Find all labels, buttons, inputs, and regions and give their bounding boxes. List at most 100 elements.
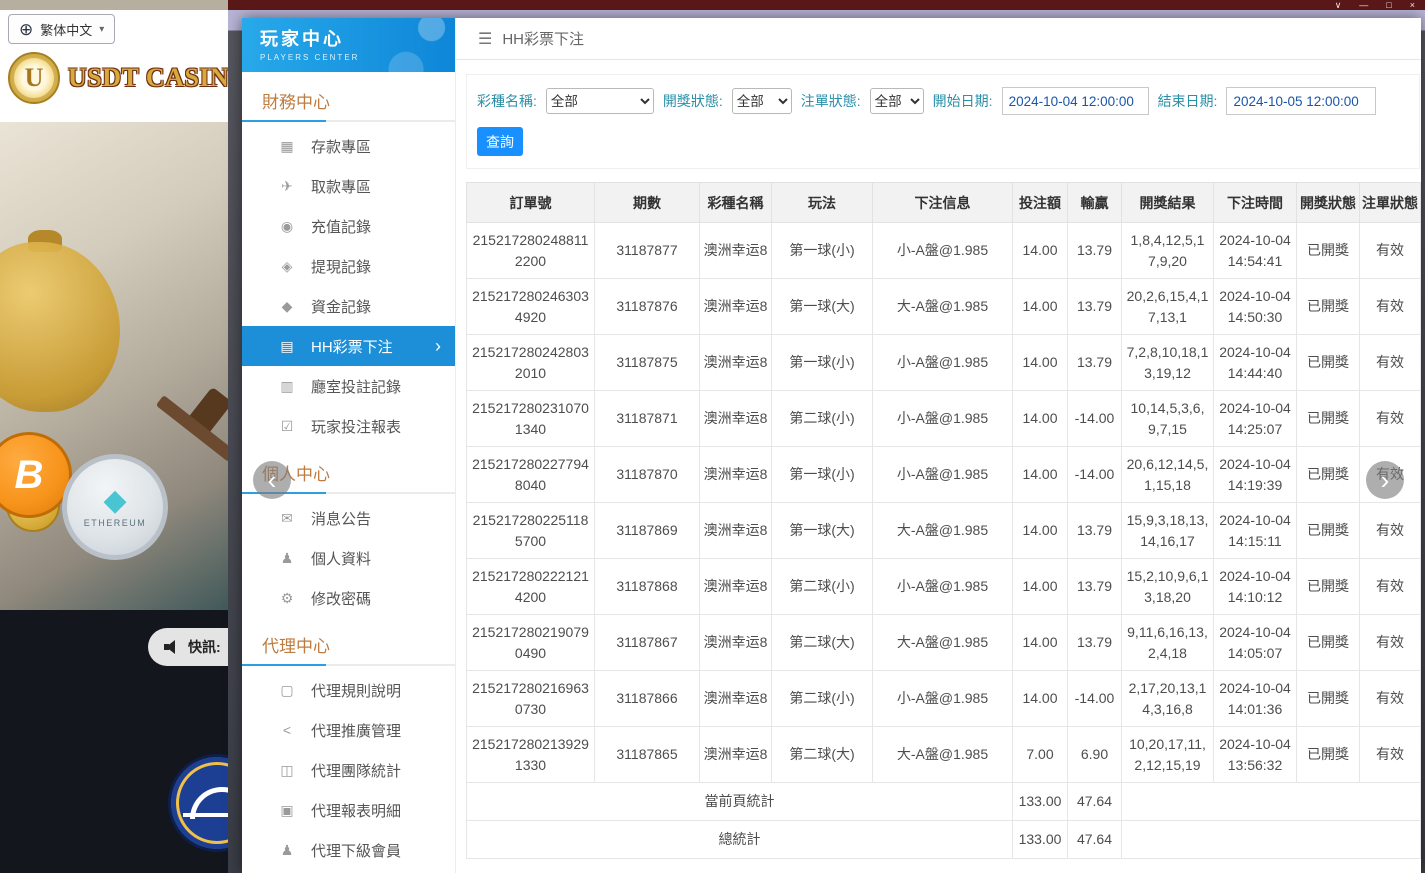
total-label: 當前頁統計 xyxy=(467,783,1013,821)
cell-lottery-name: 澳洲幸运8 xyxy=(700,279,772,335)
end-date-label: 結束日期: xyxy=(1158,91,1218,111)
cell-period: 31187875 xyxy=(595,335,700,391)
cell-draw-status: 已開獎 xyxy=(1297,727,1360,783)
sidebar-item-profile[interactable]: ♟個人資料 xyxy=(242,538,455,578)
chevron-down-icon[interactable]: ∨ xyxy=(1335,0,1342,10)
search-button[interactable]: 查詢 xyxy=(477,127,523,156)
sidebar-item-agent-report-detail[interactable]: ▣代理報表明細 xyxy=(242,790,455,830)
sidebar-item-withdraw[interactable]: ✈取款專區 xyxy=(242,166,455,206)
bitcoin-glyph: B xyxy=(15,453,44,498)
cell-order-no: 2152172802251185700 xyxy=(467,503,595,559)
sidebar-item-label: 提現記錄 xyxy=(311,256,371,277)
sidebar-item-agent-team-stats[interactable]: ◫代理團隊統計 xyxy=(242,750,455,790)
close-icon[interactable]: × xyxy=(1410,0,1415,10)
cell-order-no: 2152172802190790490 xyxy=(467,615,595,671)
cell-bet-status: 有效 xyxy=(1360,335,1421,391)
agent-report-icon: ▣ xyxy=(278,802,296,819)
cell-bet-amount: 7.00 xyxy=(1013,727,1068,783)
page-total-row: 當前頁統計133.0047.64 xyxy=(467,783,1421,821)
cell-bet-amount: 14.00 xyxy=(1013,223,1068,279)
draw-status-select[interactable]: 全部 xyxy=(732,88,792,114)
news-ticker: 快訊: xyxy=(148,628,228,666)
cell-lottery-name: 澳洲幸运8 xyxy=(700,615,772,671)
total-empty-cell xyxy=(1122,783,1421,821)
bet-status-select[interactable]: 全部 xyxy=(870,88,924,114)
cell-period: 31187869 xyxy=(595,503,700,559)
column-header-bet-time: 下注時間 xyxy=(1214,183,1297,223)
sidebar-item-funds-records[interactable]: ◆資金記錄 xyxy=(242,286,455,326)
sidebar-item-room-bet-records[interactable]: ▥廳室投註記錄 xyxy=(242,366,455,406)
sidebar-item-player-bet-report[interactable]: ☑玩家投注報表 xyxy=(242,406,455,446)
cell-bet-info: 小-A盤@1.985 xyxy=(873,559,1013,615)
cell-bet-amount: 14.00 xyxy=(1013,335,1068,391)
table-row: 215217280216963073031187866澳洲幸运8第二球(小)小-… xyxy=(467,671,1421,727)
ticker-label: 快訊: xyxy=(188,637,221,657)
speaker-icon xyxy=(164,640,180,654)
sidebar-item-agent-members[interactable]: ♟代理下級會員 xyxy=(242,830,455,870)
lottery-bets-icon: ▤ xyxy=(278,338,296,355)
sidebar-item-deposit[interactable]: ▦存款專區 xyxy=(242,126,455,166)
sidebar-item-announcements[interactable]: ✉消息公告 xyxy=(242,498,455,538)
cell-bet-info: 大-A盤@1.985 xyxy=(873,279,1013,335)
agent-rules-icon: ▢ xyxy=(278,682,296,699)
cell-lottery-name: 澳洲幸运8 xyxy=(700,671,772,727)
start-date-input[interactable] xyxy=(1002,87,1149,115)
column-header-order-no: 訂單號 xyxy=(467,183,595,223)
cell-win-loss: 13.79 xyxy=(1068,279,1122,335)
cell-draw-result: 1,8,4,12,5,17,9,20 xyxy=(1122,223,1214,279)
sidebar-item-label: 玩家投注報表 xyxy=(311,416,401,437)
agent-members-icon: ♟ xyxy=(278,842,296,859)
cell-win-loss: -14.00 xyxy=(1068,391,1122,447)
total-bet-amount: 133.00 xyxy=(1013,821,1068,859)
maximize-icon[interactable]: □ xyxy=(1386,0,1391,10)
cell-draw-status: 已開獎 xyxy=(1297,335,1360,391)
sidebar-item-withdrawal-records[interactable]: ◈提現記錄 xyxy=(242,246,455,286)
site-logo[interactable]: U USDT CASINO xyxy=(8,52,228,104)
deposit-icon: ▦ xyxy=(278,138,296,155)
sidebar: 玩家中心 PLAYERS CENTER 財務中心▦存款專區✈取款專區◉充值記錄◈… xyxy=(242,18,456,873)
cell-lottery-name: 澳洲幸运8 xyxy=(700,503,772,559)
cell-bet-status: 有效 xyxy=(1360,671,1421,727)
cell-bet-time: 2024-10-04 13:56:32 xyxy=(1214,727,1297,783)
cell-bet-info: 小-A盤@1.985 xyxy=(873,223,1013,279)
cell-draw-status: 已開獎 xyxy=(1297,615,1360,671)
page-title: HH彩票下注 xyxy=(502,28,584,49)
cell-bet-amount: 14.00 xyxy=(1013,503,1068,559)
sidebar-item-agent-rules[interactable]: ▢代理規則說明 xyxy=(242,670,455,710)
cell-period: 31187867 xyxy=(595,615,700,671)
carousel-prev-button[interactable]: ‹ xyxy=(253,461,291,499)
end-date-input[interactable] xyxy=(1226,87,1376,115)
chevron-right-icon: › xyxy=(435,336,441,357)
hamburger-icon[interactable]: ☰ xyxy=(478,29,492,49)
cell-period: 31187865 xyxy=(595,727,700,783)
table-row: 215217280248811220031187877澳洲幸运8第一球(小)小-… xyxy=(467,223,1421,279)
site-header: ⊕ 繁体中文 ▾ U USDT CASINO xyxy=(0,10,228,122)
draw-status-label: 開獎狀態: xyxy=(663,91,723,111)
sidebar-item-hh-lottery-bets[interactable]: ▤HH彩票下注› xyxy=(242,326,455,366)
cell-draw-status: 已開獎 xyxy=(1297,391,1360,447)
sidebar-item-label: 代理推廣管理 xyxy=(311,720,401,741)
bets-table-wrap: 訂單號期數彩種名稱玩法下注信息投注額輸贏開獎結果下注時間開獎狀態注單狀態 215… xyxy=(466,182,1420,859)
sidebar-item-change-password[interactable]: ⚙修改密碼 xyxy=(242,578,455,618)
carousel-next-button[interactable]: › xyxy=(1366,461,1404,499)
cell-play: 第一球(大) xyxy=(772,503,873,559)
cell-bet-info: 小-A盤@1.985 xyxy=(873,447,1013,503)
lottery-name-select[interactable]: 全部 xyxy=(546,88,654,114)
cell-period: 31187866 xyxy=(595,671,700,727)
gold-bag-shape xyxy=(0,242,120,412)
table-row: 215217280219079049031187867澳洲幸运8第二球(大)大-… xyxy=(467,615,1421,671)
funds-records-icon: ◆ xyxy=(278,298,296,315)
content-topbar: ☰ HH彩票下注 xyxy=(456,18,1421,60)
sidebar-item-recharge-records[interactable]: ◉充值記錄 xyxy=(242,206,455,246)
sidebar-item-agent-promotion[interactable]: <代理推廣管理 xyxy=(242,710,455,750)
cell-play: 第二球(小) xyxy=(772,559,873,615)
cell-play: 第二球(大) xyxy=(772,727,873,783)
profile-icon: ♟ xyxy=(278,550,296,567)
cell-bet-amount: 14.00 xyxy=(1013,615,1068,671)
language-selector[interactable]: ⊕ 繁体中文 ▾ xyxy=(8,14,115,44)
cell-draw-result: 10,14,5,3,6,9,7,15 xyxy=(1122,391,1214,447)
minimize-icon[interactable]: — xyxy=(1359,0,1368,10)
grand-total-row: 總統計133.0047.64 xyxy=(467,821,1421,859)
start-date-label: 開始日期: xyxy=(933,91,993,111)
cell-bet-info: 大-A盤@1.985 xyxy=(873,503,1013,559)
